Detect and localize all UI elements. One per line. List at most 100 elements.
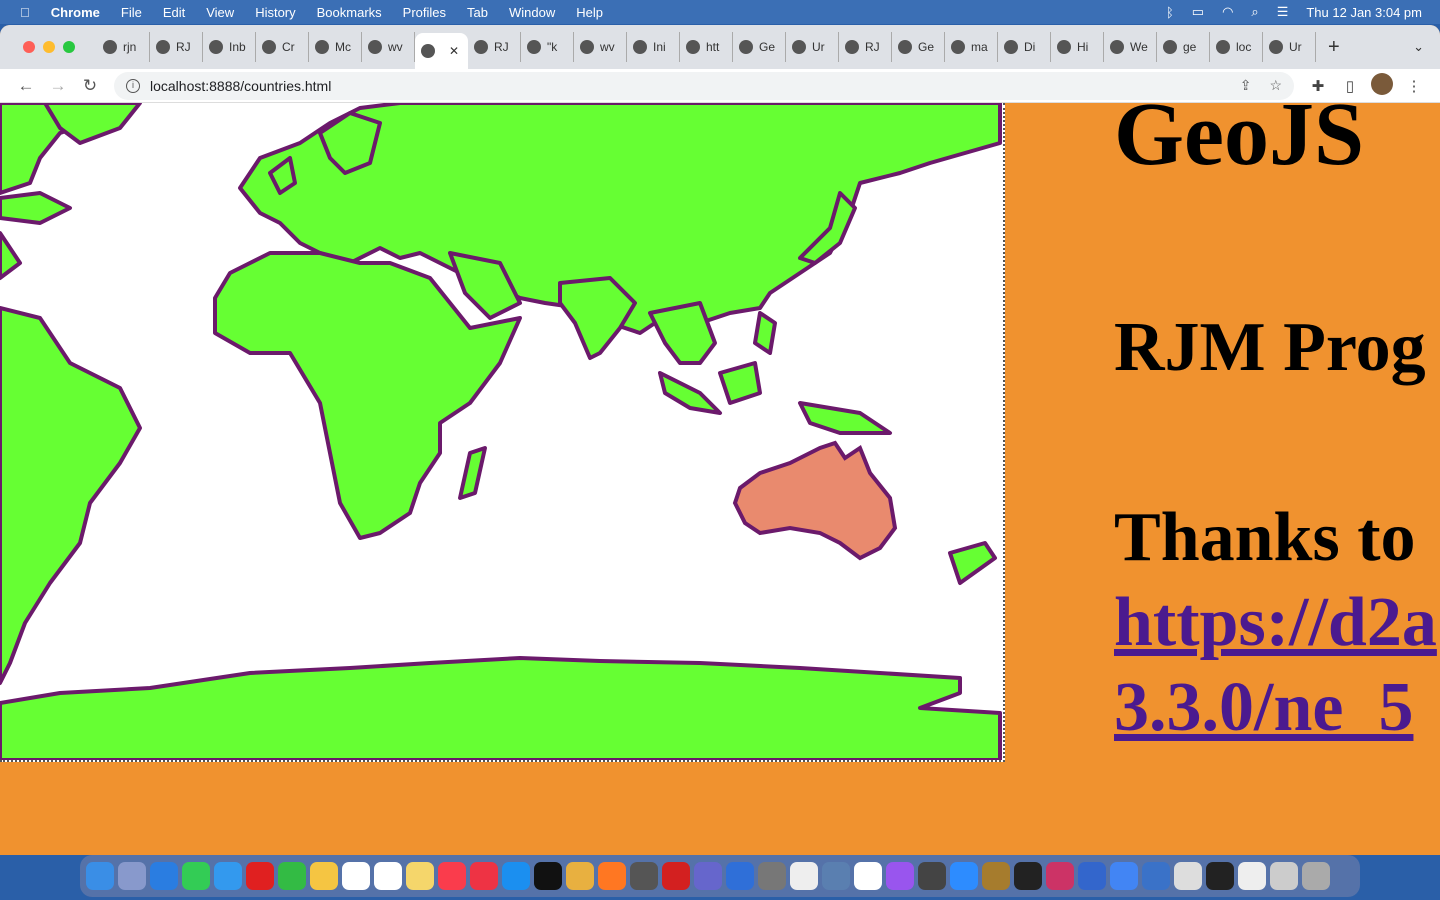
dock-app-icon[interactable] — [662, 862, 690, 890]
back-button[interactable]: ← — [10, 76, 42, 96]
dock-app-icon[interactable] — [374, 862, 402, 890]
dock-app-icon[interactable] — [246, 862, 274, 890]
country-indochina[interactable] — [648, 301, 717, 365]
menu-help[interactable]: Help — [576, 5, 603, 20]
control-center-icon[interactable]: ☰ — [1277, 4, 1289, 20]
tab[interactable]: "k — [521, 32, 574, 62]
dock-app-icon[interactable] — [758, 862, 786, 890]
dock-app-icon[interactable] — [1014, 862, 1042, 890]
dock-app-icon[interactable] — [1270, 862, 1298, 890]
dock-app-icon[interactable] — [310, 862, 338, 890]
dock-app-icon[interactable] — [982, 862, 1010, 890]
tab[interactable]: htt — [680, 32, 733, 62]
country-indonesia[interactable] — [658, 371, 722, 415]
menu-tab[interactable]: Tab — [467, 5, 488, 20]
tab[interactable]: Ur — [1263, 32, 1316, 62]
dock-app-icon[interactable] — [694, 862, 722, 890]
dock-app-icon[interactable] — [726, 862, 754, 890]
dock-app-icon[interactable] — [150, 862, 178, 890]
dock-app-icon[interactable] — [566, 862, 594, 890]
tab[interactable]: RJ — [150, 32, 203, 62]
dock-app-icon[interactable] — [822, 862, 850, 890]
dock-app-icon[interactable] — [342, 862, 370, 890]
dock-app-icon[interactable] — [470, 862, 498, 890]
spotlight-icon[interactable]: ⌕ — [1251, 4, 1258, 20]
tab[interactable]: ge — [1157, 32, 1210, 62]
dock-app-icon[interactable] — [1174, 862, 1202, 890]
close-tab-icon[interactable]: ✕ — [449, 44, 459, 58]
tab[interactable]: wv — [574, 32, 627, 62]
menu-window[interactable]: Window — [509, 5, 555, 20]
menu-view[interactable]: View — [206, 5, 234, 20]
url-text[interactable]: localhost:8888/countries.html — [150, 78, 331, 94]
bluetooth-icon[interactable]: ᛒ — [1166, 5, 1174, 20]
dock-app-icon[interactable] — [1078, 862, 1106, 890]
minimize-window-button[interactable] — [43, 41, 55, 53]
country-mexico[interactable] — [0, 231, 22, 280]
dock-app-icon[interactable] — [438, 862, 466, 890]
tab[interactable]: Mc — [309, 32, 362, 62]
dock-app-icon[interactable] — [886, 862, 914, 890]
country-canada-west[interactable] — [0, 191, 72, 225]
tab[interactable]: Cr — [256, 32, 309, 62]
reload-button[interactable]: ↻ — [74, 76, 106, 96]
tab[interactable]: wv — [362, 32, 415, 62]
dock-app-icon[interactable] — [950, 862, 978, 890]
dock-app-icon[interactable] — [1046, 862, 1074, 890]
menu-file[interactable]: File — [121, 5, 142, 20]
dock-app-icon[interactable] — [790, 862, 818, 890]
menu-history[interactable]: History — [255, 5, 295, 20]
dock-app-icon[interactable] — [1206, 862, 1234, 890]
dock-app-icon[interactable] — [534, 862, 562, 890]
dock-app-icon[interactable] — [406, 862, 434, 890]
menu-app[interactable]: Chrome — [51, 5, 100, 20]
country-australia[interactable] — [732, 440, 898, 561]
tab[interactable]: We — [1104, 32, 1157, 62]
dock-app-icon[interactable] — [502, 862, 530, 890]
menu-profiles[interactable]: Profiles — [403, 5, 446, 20]
world-map[interactable] — [0, 101, 1005, 762]
menu-edit[interactable]: Edit — [163, 5, 185, 20]
source-link[interactable]: https://d2a — [1114, 583, 1437, 663]
wifi-icon[interactable]: ◠ — [1222, 4, 1233, 20]
country-south-america[interactable] — [0, 306, 142, 685]
dock-app-icon[interactable] — [118, 862, 146, 890]
tab[interactable]: RJ — [468, 32, 521, 62]
battery-icon[interactable]: ▭ — [1192, 4, 1204, 20]
chrome-menu-icon[interactable]: ⋮ — [1398, 77, 1430, 95]
dock-app-icon[interactable] — [1142, 862, 1170, 890]
dock-app-icon[interactable] — [1302, 862, 1330, 890]
tab[interactable]: Ini — [627, 32, 680, 62]
country-new-zealand[interactable] — [948, 541, 997, 585]
tab[interactable]: Ur — [786, 32, 839, 62]
tab[interactable]: Ge — [892, 32, 945, 62]
apple-icon[interactable]:  — [20, 5, 30, 20]
dock-app-icon[interactable] — [598, 862, 626, 890]
country-antarctica[interactable] — [0, 656, 1002, 762]
tab[interactable]: RJ — [839, 32, 892, 62]
close-window-button[interactable] — [23, 41, 35, 53]
tab[interactable]: ✕ — [415, 33, 468, 69]
country-madagascar[interactable] — [458, 446, 487, 500]
menu-bookmarks[interactable]: Bookmarks — [317, 5, 382, 20]
tab[interactable]: Hi — [1051, 32, 1104, 62]
dock-app-icon[interactable] — [1110, 862, 1138, 890]
new-tab-button[interactable]: + — [1328, 36, 1340, 59]
profile-avatar[interactable] — [1366, 72, 1398, 99]
source-link-continued[interactable]: 3.3.0/ne_5 — [1114, 668, 1413, 748]
country-new-guinea[interactable] — [798, 401, 892, 435]
dock-app-icon[interactable] — [854, 862, 882, 890]
zoom-window-button[interactable] — [63, 41, 75, 53]
dock-app-icon[interactable] — [182, 862, 210, 890]
tab-search-chevron-icon[interactable]: ⌄ — [1413, 39, 1424, 55]
dock-app-icon[interactable] — [630, 862, 658, 890]
dock-app-icon[interactable] — [86, 862, 114, 890]
dock-app-icon[interactable] — [918, 862, 946, 890]
dock-app-icon[interactable] — [278, 862, 306, 890]
country-borneo[interactable] — [718, 361, 762, 405]
clock[interactable]: Thu 12 Jan 3:04 pm — [1306, 5, 1422, 20]
country-india[interactable] — [558, 276, 637, 360]
tab[interactable]: rjn — [97, 32, 150, 62]
tab[interactable]: Ge — [733, 32, 786, 62]
site-info-icon[interactable]: i — [126, 78, 140, 93]
